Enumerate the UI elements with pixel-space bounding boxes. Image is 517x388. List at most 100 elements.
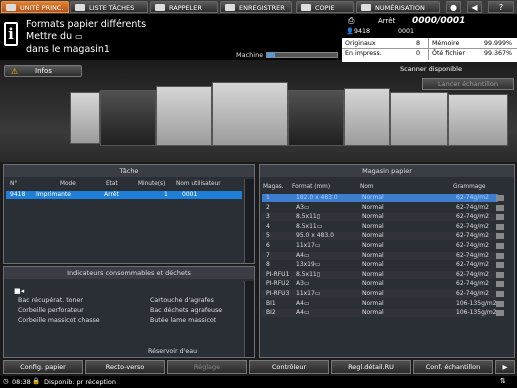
paper-cell: 7	[266, 251, 270, 259]
sample-settings-button[interactable]: Conf. échantillon	[413, 360, 493, 374]
paper-cell: 95.0 x 483.0	[296, 232, 334, 240]
tab-main-unit[interactable]: UNITÉ PRINC.	[1, 1, 69, 13]
paper-cell: 8	[266, 261, 270, 269]
paper-row[interactable]: PI-RFU2 A3▭ Normal 62-74g/m2	[262, 280, 504, 288]
paper-cell: 3	[266, 213, 270, 221]
footer-status: Disponib. pr réception	[44, 378, 117, 386]
paper-cell: 62-74g/m2	[456, 251, 489, 259]
paper-a4-icon: ▭	[75, 32, 83, 41]
launch-sample-button[interactable]: Lancer échantillon	[422, 78, 514, 90]
paper-cell: Normal	[362, 280, 384, 288]
paper-cell: 62-74g/m2	[456, 232, 489, 240]
job-scrollbar[interactable]	[244, 179, 254, 263]
recall-icon	[155, 4, 165, 11]
message-area: i Formats papier différents Mettre du ▭ …	[0, 14, 342, 60]
paper-row[interactable]: BI1 A4▭ Normal 106-135g/m2	[262, 299, 504, 308]
copy-icon	[301, 4, 311, 11]
tab-copy[interactable]: COPIE	[296, 1, 354, 13]
memory-value: 99.999%	[484, 40, 513, 47]
paper-cell: 62-74g/m2	[456, 242, 489, 249]
paper-row[interactable]: PI-RFU1 8.5x11▯ Normal 62-74g/m2	[262, 270, 504, 279]
paper-row[interactable]: 6 11x17▭ Normal 62-74g/m2	[262, 242, 504, 250]
paper-cell: 62-74g/m2	[456, 290, 489, 297]
job-id: 9418	[354, 28, 371, 35]
paper-row[interactable]: BI2 A4▭ Normal 106-135g/m2	[262, 309, 504, 318]
paper-cell: A3▭	[296, 203, 310, 211]
controller-button[interactable]: Contrôleur	[249, 360, 329, 374]
next-arrow-icon[interactable]: ▶	[495, 360, 515, 374]
save-icon	[225, 4, 235, 11]
paper-level-icon	[496, 310, 504, 317]
hdd-value: 99.367%	[484, 50, 513, 57]
paper-feeder	[100, 90, 156, 146]
paper-cell: BI1	[266, 299, 276, 307]
paper-cell: Normal	[362, 261, 384, 269]
trim-box-label: Corbeille massicot chasse	[18, 317, 100, 324]
paper-cell: 8.5x11▯	[296, 213, 321, 221]
list-icon	[75, 4, 85, 11]
paper-level-icon	[496, 243, 504, 249]
blade-stop-label: Butée lame massicot	[150, 317, 217, 324]
paper-cell: 106-135g/m2	[456, 309, 497, 317]
paper-cell: Normal	[362, 222, 384, 230]
tab-job-list[interactable]: LISTE TÂCHES	[70, 1, 148, 13]
duplex-button[interactable]: Recto-verso	[85, 360, 165, 374]
paper-cell: 62-74g/m2	[456, 270, 489, 278]
paper-cell: PI-RFU2	[266, 280, 290, 288]
paper-row[interactable]: 4 8.5x11▭ Normal 62-74g/m2	[262, 222, 504, 231]
paper-cell: 62-74g/m2	[456, 222, 489, 230]
machine-label: Machine	[236, 51, 264, 59]
paper-cell: 182.0 x 483.0	[296, 194, 338, 201]
staple-waste-label: Bac déchets agrafeuse	[150, 307, 223, 314]
main-body	[156, 86, 212, 146]
paper-level-icon	[496, 204, 504, 211]
memory-label: Mémoire	[432, 40, 460, 47]
ru-settings-button[interactable]: Regl.détail.RU	[331, 360, 411, 374]
staple-cartridge-label: Cartouche d'agrafes	[150, 297, 214, 304]
volume-icon[interactable]: ◀	[467, 1, 482, 13]
printer-icon: ⎙	[348, 16, 355, 25]
paper-row[interactable]: 3 8.5x11▯ Normal 62-74g/m2	[262, 213, 504, 222]
paper-level-icon	[496, 262, 504, 269]
paper-row[interactable]: 5 95.0 x 483.0 Normal 62-74g/m2	[262, 232, 504, 241]
job-panel: Tâche N° Mode Etat Minute(s) Nom utilisa…	[3, 164, 255, 264]
paper-cell: BI2	[266, 309, 276, 317]
consumables-title: Indicateurs consommables et déchets	[4, 267, 254, 279]
paper-level-icon	[496, 195, 504, 201]
scanner-status: Scanner disponible	[400, 65, 462, 73]
paper-row[interactable]: 8 13x19▭ Normal 62-74g/m2	[262, 261, 504, 269]
paper-cell: 8.5x11▯	[296, 270, 321, 278]
paper-settings-button[interactable]: Config. papier	[3, 360, 83, 374]
adjust-button[interactable]: Réglage	[167, 360, 247, 374]
table-row[interactable]: 9418 Imprimante Arrêt 1 0001	[6, 191, 242, 199]
paper-row[interactable]: 7 A4▭ Normal 62-74g/m2	[262, 251, 504, 260]
printing-value: 0	[416, 50, 421, 57]
consumables-scrollbar[interactable]	[244, 281, 254, 357]
paper-row[interactable]: 2 A3▭ Normal 62-74g/m2	[262, 203, 504, 212]
tab-recall[interactable]: RAPPELER	[150, 1, 218, 13]
stacker-unit	[448, 94, 508, 146]
tab-scan[interactable]: NUMÉRISATION	[356, 1, 440, 13]
paper-cell: Normal	[362, 309, 384, 317]
water-tank-label: Réservoir d'eau	[148, 348, 198, 355]
paper-cell: 11x17▭	[296, 290, 321, 297]
job-col-user: Nom utilisateur	[176, 181, 221, 187]
paper-cell: 62-74g/m2	[456, 203, 489, 211]
paper-cell: 2	[266, 203, 270, 211]
paper-row[interactable]: PI-RFU3 11x17▭ Normal 62-74g/m2	[262, 290, 504, 298]
tab-save[interactable]: ENREGISTRER	[220, 1, 292, 13]
relay-unit	[344, 88, 390, 146]
machine-illustration: ⚠ Infos Scanner disponible Lancer échanti…	[0, 62, 517, 162]
status-divider	[342, 48, 517, 49]
paper-cell: Normal	[362, 290, 384, 297]
paper-row[interactable]: 1 182.0 x 483.0 Normal 62-74g/m2	[262, 194, 504, 202]
job-col-minutes: Minute(s)	[138, 181, 166, 187]
paper-cell: A3▭	[296, 280, 310, 288]
message-line-1: Formats papier différents	[26, 19, 147, 30]
consumables-panel: Indicateurs consommables et déchets ■◂ B…	[3, 266, 255, 358]
paper-cell: 1	[266, 194, 270, 201]
settings-icon[interactable]: ●	[446, 1, 461, 13]
finisher-unit	[390, 92, 448, 146]
help-icon[interactable]: ?	[488, 1, 514, 13]
info-button[interactable]: ⚠ Infos	[4, 65, 82, 77]
